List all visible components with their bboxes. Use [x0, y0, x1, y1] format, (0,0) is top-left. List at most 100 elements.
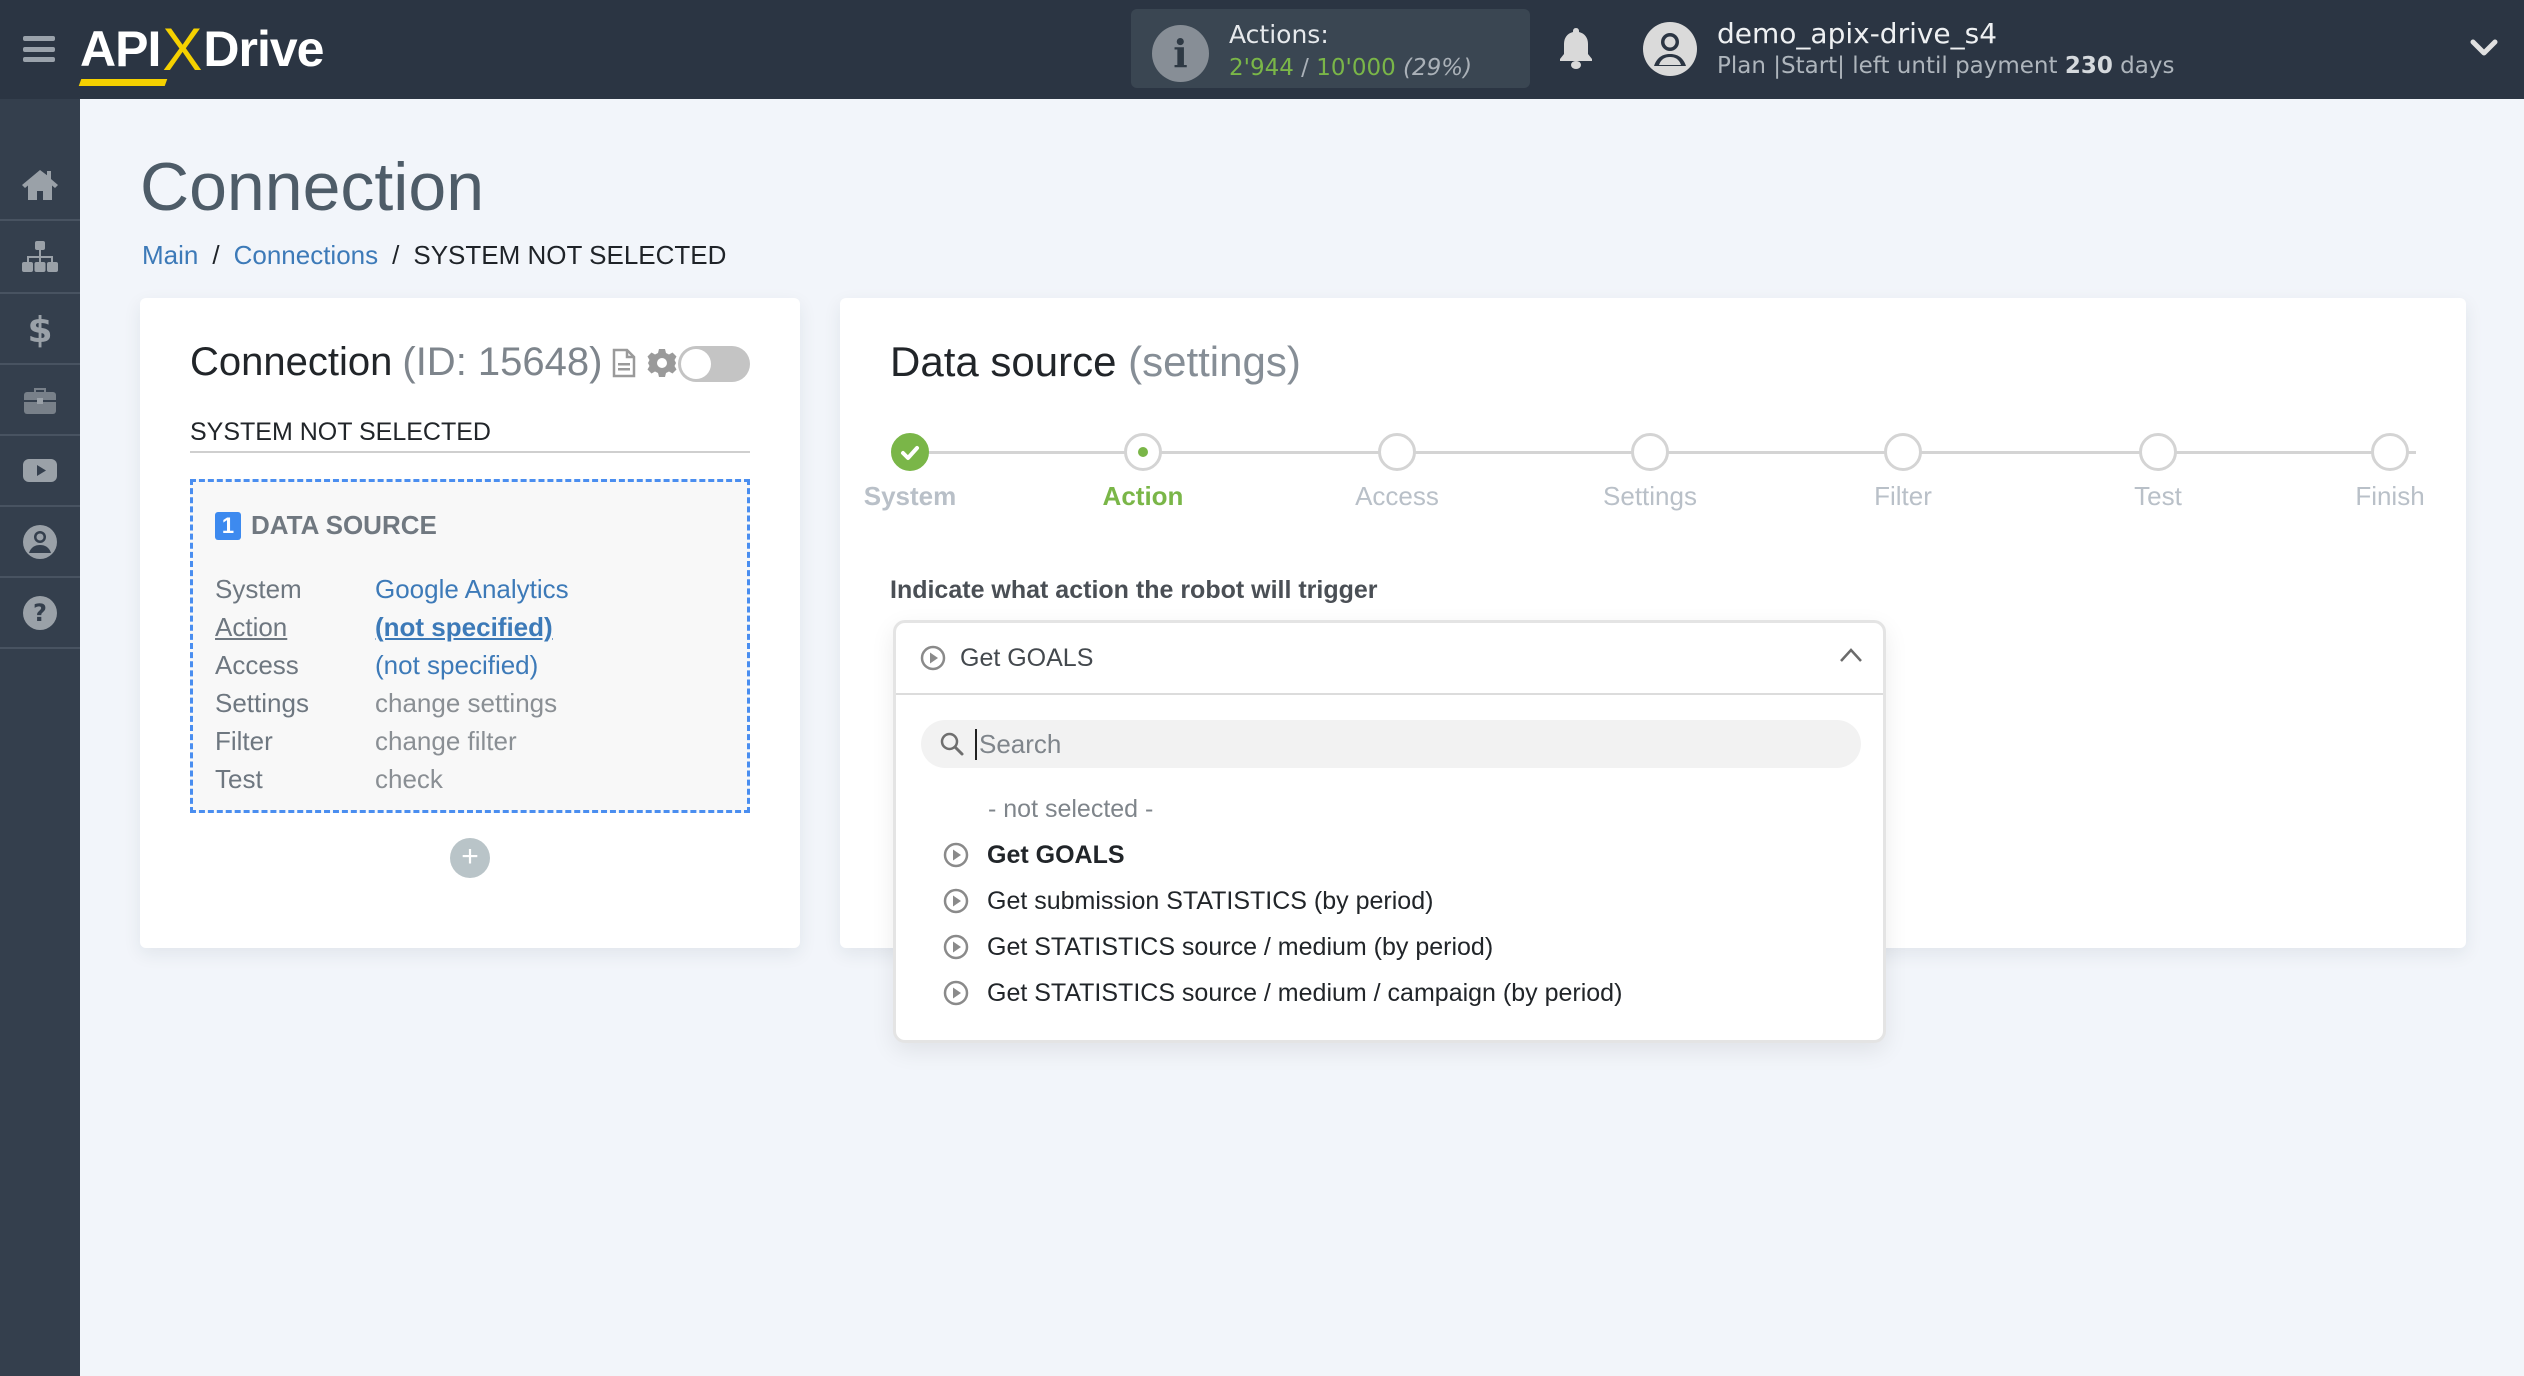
sidebar-item-connections[interactable]	[0, 223, 80, 294]
sidebar-item-account[interactable]	[0, 507, 80, 578]
option-label: Get submission STATISTICS (by period)	[987, 886, 1434, 915]
sidebar-item-videos[interactable]	[0, 436, 80, 507]
option-get-goals[interactable]: Get GOALS	[896, 832, 1883, 878]
breadcrumb-connections[interactable]: Connections	[234, 240, 379, 271]
add-block-button[interactable]: +	[450, 838, 490, 878]
notifications-bell-icon[interactable]	[1558, 26, 1594, 70]
logo-api-text: API	[80, 21, 161, 77]
data-source-title: 1 DATA SOURCE	[215, 510, 437, 541]
step-pending-icon	[1378, 433, 1416, 471]
sidebar-item-billing[interactable]: $	[0, 294, 80, 365]
detail-row-access: Access (not specified)	[215, 646, 569, 684]
action-search-input[interactable]	[975, 728, 1835, 760]
step-label: Filter	[1874, 481, 1932, 511]
connection-name-field[interactable]: SYSTEM NOT SELECTED	[190, 418, 750, 453]
data-source-heading: DATA SOURCE	[251, 510, 437, 540]
detail-row-test: Test check	[215, 760, 569, 798]
gear-icon	[647, 348, 677, 377]
data-source-block[interactable]: 1 DATA SOURCE System Google Analytics Ac…	[190, 479, 750, 813]
menu-icon-bar	[23, 46, 55, 52]
connection-enable-toggle[interactable]	[678, 346, 750, 382]
detail-key[interactable]: Action	[215, 612, 375, 643]
menu-toggle-button[interactable]	[23, 36, 55, 62]
step-pending-icon	[2371, 433, 2409, 471]
apix-drive-logo[interactable]: API X Drive	[80, 14, 324, 80]
selected-action: Get GOALS	[960, 643, 1094, 672]
breadcrumb-main[interactable]: Main	[142, 240, 198, 271]
data-source-details: System Google Analytics Action (not spec…	[215, 570, 569, 798]
detail-key: System	[215, 573, 302, 604]
detail-value-system[interactable]: Google Analytics	[375, 574, 569, 605]
option-statistics-source-medium-campaign[interactable]: Get STATISTICS source / medium / campaig…	[896, 970, 1883, 1016]
detail-row-system: System Google Analytics	[215, 570, 569, 608]
detail-key: Test	[215, 763, 263, 794]
action-select-dropdown: Get GOALS - not selected - Get GOALS Get…	[893, 620, 1886, 1043]
chevron-up-icon[interactable]	[1839, 647, 1863, 663]
setup-stepper: System Action Access Settings Filter Tes…	[864, 433, 2436, 513]
user-name[interactable]: demo_apix-drive_s4	[1717, 17, 1997, 50]
user-avatar-icon[interactable]	[1643, 22, 1697, 76]
days-left-count: 230	[2064, 53, 2113, 79]
chevron-down-icon[interactable]	[2470, 38, 2498, 58]
settings-button[interactable]	[646, 347, 678, 379]
actions-used: 2'944	[1229, 55, 1294, 81]
plan-text: Plan |Start| left until payment	[1717, 53, 2058, 79]
step-pending-icon	[2139, 433, 2177, 471]
briefcase-icon	[24, 387, 56, 414]
option-label: Get GOALS	[987, 840, 1125, 869]
breadcrumb-separator: /	[392, 240, 400, 270]
detail-value-access[interactable]: (not specified)	[375, 650, 538, 681]
step-action[interactable]: Action	[1068, 433, 1218, 512]
detail-value-action[interactable]: (not specified)	[375, 612, 553, 643]
svg-text:$: $	[27, 310, 52, 349]
detail-row-settings: Settings change settings	[215, 684, 569, 722]
logo-drive-text: Drive	[203, 21, 324, 77]
action-search-box	[921, 720, 1861, 768]
breadcrumb-current: SYSTEM NOT SELECTED	[413, 240, 727, 270]
actions-value: 2'944 / 10'000 (29%)	[1229, 55, 1472, 81]
play-circle-icon	[920, 645, 946, 671]
actions-total: 10'000	[1316, 55, 1396, 81]
option-label: - not selected -	[988, 794, 1154, 823]
detail-value-test: check	[375, 763, 443, 794]
sitemap-icon	[22, 240, 58, 272]
step-test[interactable]: Test	[2083, 433, 2233, 512]
step-label: Action	[1102, 481, 1184, 511]
option-not-selected[interactable]: - not selected -	[896, 786, 1883, 832]
dollar-icon: $	[27, 310, 52, 349]
user-plan-info: Plan |Start| left until payment 230 days	[1717, 53, 2174, 79]
actions-separator: /	[1301, 55, 1309, 81]
step-current-icon	[1124, 433, 1162, 471]
detail-row-action: Action (not specified)	[215, 608, 569, 646]
log-button[interactable]	[612, 348, 636, 378]
sidebar-item-help[interactable]: ?	[0, 578, 80, 649]
option-submission-statistics[interactable]: Get submission STATISTICS (by period)	[896, 878, 1883, 924]
step-access[interactable]: Access	[1322, 433, 1472, 512]
user-circle-icon	[23, 524, 57, 559]
settings-title: Data source	[890, 338, 1117, 385]
step-system[interactable]: System	[835, 433, 985, 512]
step-pending-icon	[1631, 433, 1669, 471]
step-settings[interactable]: Settings	[1575, 433, 1725, 512]
step-label: Finish	[2355, 481, 2425, 511]
sidebar-item-services[interactable]	[0, 365, 80, 436]
actions-usage-widget[interactable]: i Actions: 2'944 / 10'000 (29%)	[1131, 9, 1530, 88]
step-label: Settings	[1603, 481, 1697, 511]
step-number-badge: 1	[215, 511, 241, 540]
play-circle-icon	[943, 888, 969, 914]
breadcrumb-separator: /	[212, 240, 220, 270]
play-circle-icon	[943, 842, 969, 868]
search-icon	[940, 732, 964, 756]
detail-key: Access	[215, 649, 299, 680]
sidebar: $ ?	[0, 99, 80, 1376]
youtube-icon	[23, 458, 57, 482]
connection-header: Connection (ID: 15648)	[190, 340, 678, 385]
breadcrumb: Main / Connections / SYSTEM NOT SELECTED	[142, 240, 726, 271]
step-filter[interactable]: Filter	[1828, 433, 1978, 512]
question-circle-icon: ?	[23, 595, 57, 630]
option-statistics-source-medium[interactable]: Get STATISTICS source / medium (by perio…	[896, 924, 1883, 970]
action-select-toggle[interactable]: Get GOALS	[896, 623, 1883, 695]
sidebar-item-home[interactable]	[0, 150, 80, 221]
step-finish[interactable]: Finish	[2315, 433, 2465, 512]
page-title: Connection	[140, 149, 485, 225]
